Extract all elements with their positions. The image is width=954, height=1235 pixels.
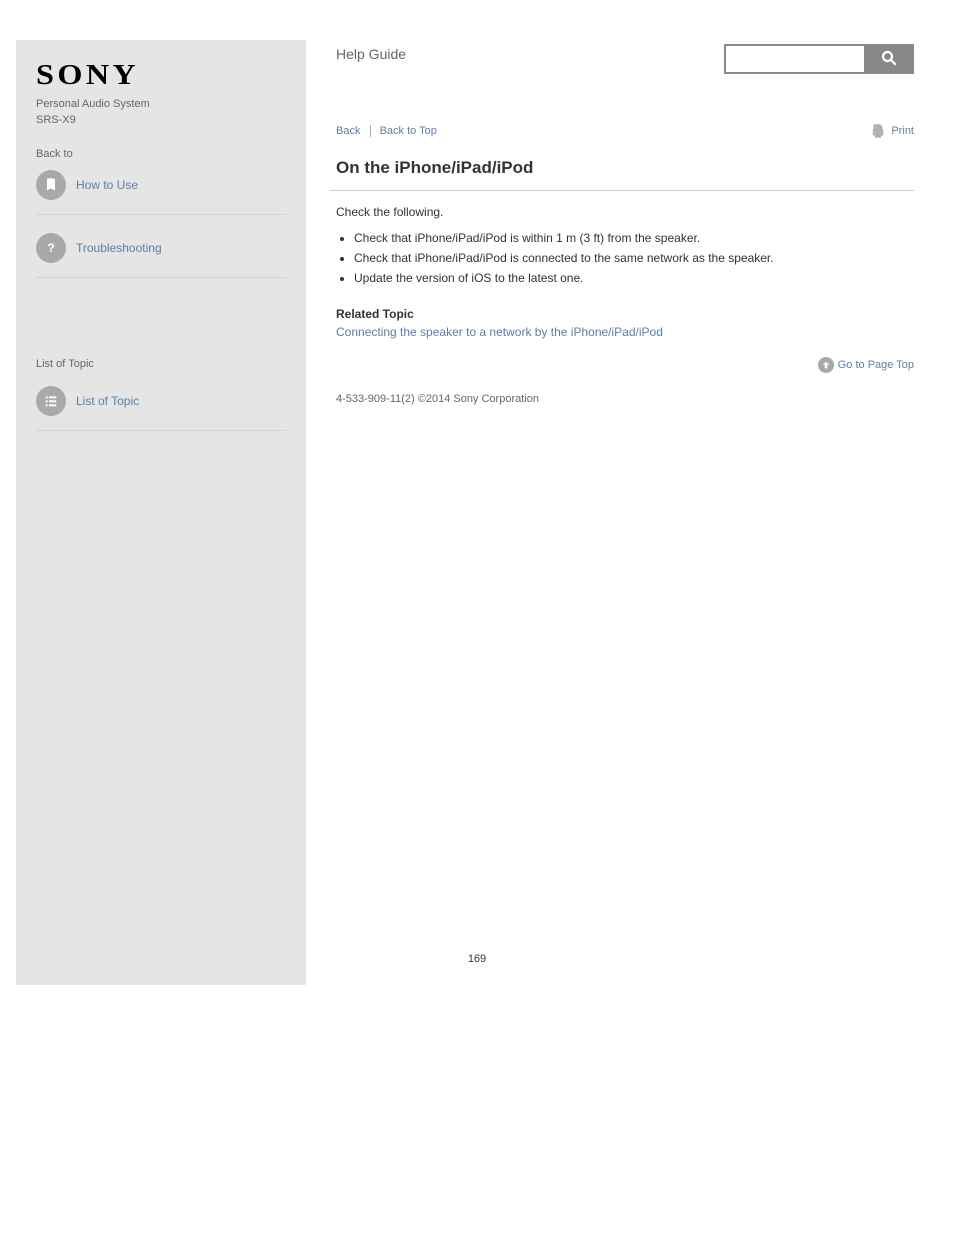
breadcrumb-top[interactable]: Back to Top (380, 125, 437, 137)
sidebar-item-label: List of Topic (76, 394, 139, 408)
divider (330, 190, 914, 191)
copyright: 4-533-909-11(2) ©2014 Sony Corporation (330, 393, 914, 405)
brand-logo: SONY (36, 60, 324, 92)
breadcrumb-back[interactable]: Back (336, 125, 360, 137)
separator (370, 125, 371, 137)
print-button[interactable]: Print (869, 122, 914, 140)
list-item: Update the version of iOS to the latest … (354, 269, 914, 287)
sidebar-item-troubleshooting[interactable]: ? Troubleshooting (36, 214, 286, 263)
article-intro: Check the following. (336, 203, 914, 221)
related-link[interactable]: Connecting the speaker to a network by t… (336, 325, 663, 339)
sidebar-item-label: Troubleshooting (76, 241, 162, 255)
sidebar-item-label: How to Use (76, 178, 138, 192)
sidebar-heading-back: Back to (36, 148, 286, 160)
related-heading: Related Topic (336, 307, 914, 321)
search (724, 44, 914, 74)
go-to-top-label: Go to Page Top (838, 359, 914, 371)
question-icon: ? (36, 233, 66, 263)
search-input[interactable] (724, 44, 864, 74)
product-model: SRS-X9 (36, 114, 286, 126)
sidebar-heading-list: List of Topic (36, 358, 286, 370)
arrow-up-icon (818, 357, 834, 373)
search-icon (880, 49, 898, 70)
page-number: 169 (0, 953, 954, 965)
breadcrumb: Back Back to Top (336, 125, 437, 137)
list-icon (36, 386, 66, 416)
list-item: Check that iPhone/iPad/iPod is within 1 … (354, 229, 914, 247)
svg-text:?: ? (47, 241, 54, 255)
print-label: Print (891, 125, 914, 137)
main-content: Help Guide Back Back to Top Pr (330, 40, 914, 985)
sidebar-item-how-to-use[interactable]: How to Use (36, 170, 286, 200)
search-button[interactable] (864, 44, 914, 74)
page-title: Help Guide (330, 40, 406, 62)
product-name: Personal Audio System (36, 98, 286, 110)
article-body: Check the following. Check that iPhone/i… (330, 203, 914, 339)
list-item: Check that iPhone/iPad/iPod is connected… (354, 249, 914, 267)
article-bullets: Check that iPhone/iPad/iPod is within 1 … (336, 229, 914, 287)
sidebar-item-list-of-topic[interactable]: List of Topic (36, 376, 286, 416)
book-icon (36, 170, 66, 200)
go-to-top-button[interactable]: Go to Page Top (330, 357, 914, 373)
print-icon (869, 122, 887, 140)
article-title: On the iPhone/iPad/iPod (330, 158, 914, 186)
sidebar: SONY Personal Audio System SRS-X9 Back t… (16, 40, 306, 985)
